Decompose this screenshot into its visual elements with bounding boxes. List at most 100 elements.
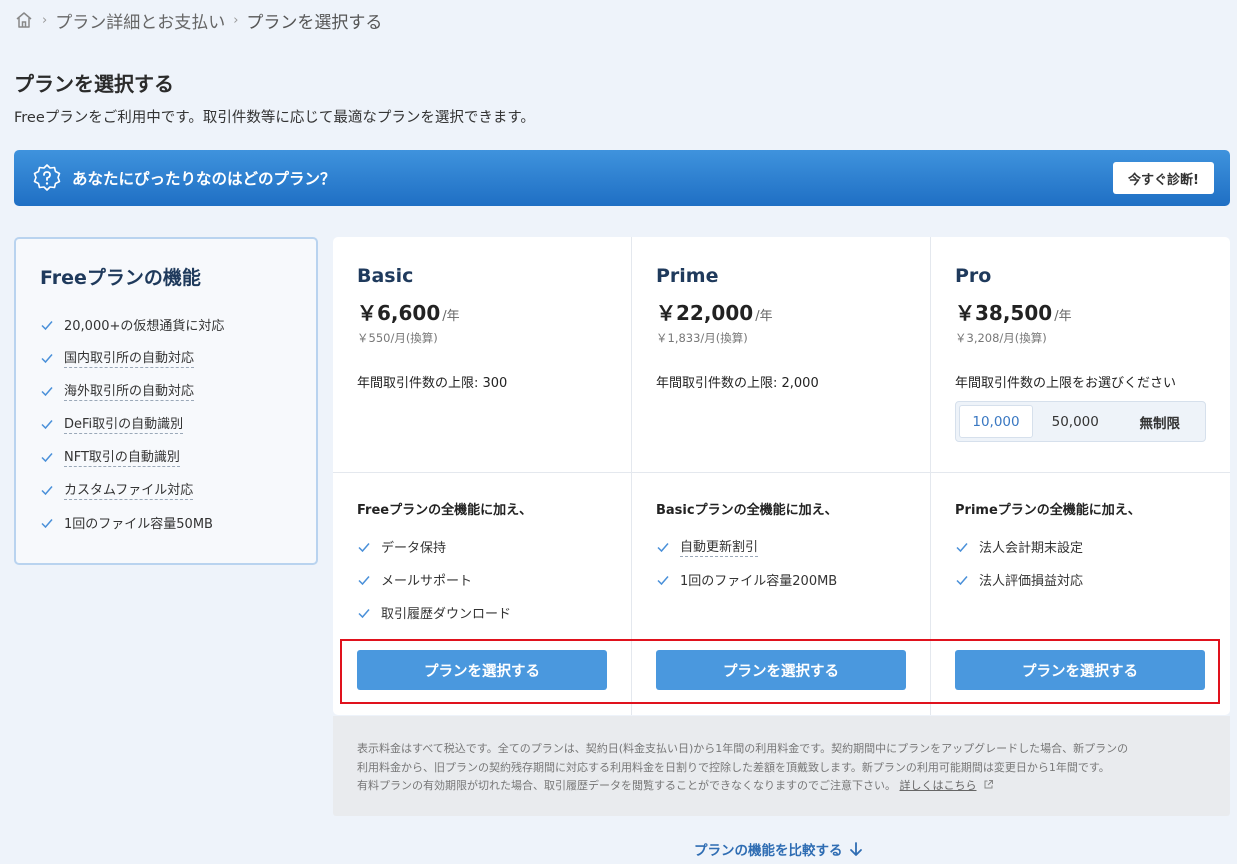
- free-plan-title: Freeプランの機能: [40, 267, 201, 289]
- select-plan-prime-button[interactable]: プランを選択する: [656, 650, 906, 690]
- feature-label[interactable]: 自動更新割引: [680, 536, 759, 557]
- monthly-price: ￥3,208/月(換算): [955, 331, 1047, 345]
- arrow-down-icon: [849, 842, 862, 856]
- feature-list: 法人会計期末設定 法人評価損益対応: [955, 530, 1206, 596]
- check-icon: [657, 575, 669, 585]
- feature-label: 取引履歴ダウンロード: [381, 607, 512, 622]
- free-plan-panel: Freeプランの機能 20,000+の仮想通貨に対応 国内取引所の自動対応 海外…: [14, 237, 318, 565]
- free-plan-feature-list: 20,000+の仮想通貨に対応 国内取引所の自動対応 海外取引所の自動対応 De…: [40, 308, 292, 539]
- check-icon: [41, 386, 53, 396]
- check-icon: [41, 320, 53, 330]
- pricing-note: 表示料金はすべて税込です。全てのプランは、契約日(料金支払い日)から1年間の利用…: [333, 716, 1230, 816]
- list-item: カスタムファイル対応: [40, 473, 292, 506]
- transaction-limit-prompt: 年間取引件数の上限をお選びください: [955, 376, 1177, 391]
- tier-option-10000[interactable]: 10,000: [959, 405, 1033, 438]
- check-icon: [41, 485, 53, 495]
- plan-cards: Basic ￥6,600 /年 ￥550/月(換算) 年間取引件数の上限: 30…: [333, 237, 1230, 715]
- breadcrumb-separator: ›: [42, 12, 48, 28]
- list-item: 自動更新割引: [656, 530, 906, 563]
- feature-label: 法人評価損益対応: [979, 574, 1084, 589]
- breadcrumb: › プラン詳細とお支払い › プランを選択する: [14, 8, 383, 33]
- features-heading: Freeプランの全機能に加え、: [357, 503, 533, 518]
- plan-price: ￥38,500 /年: [955, 297, 1206, 326]
- feature-label[interactable]: 国内取引所の自動対応: [64, 347, 195, 368]
- select-plan-basic-button[interactable]: プランを選択する: [357, 650, 607, 690]
- list-item: 海外取引所の自動対応: [40, 374, 292, 407]
- plan-header: Prime ￥22,000 /年 ￥1,833/月(換算) 年間取引件数の上限:…: [632, 237, 930, 473]
- note-line: 利用料金から、旧プランの契約残存期間に対応する利用料金を日割りで控除した差額を頂…: [357, 760, 1110, 774]
- features-heading: Primeプランの全機能に加え、: [955, 503, 1141, 518]
- list-item: メールサポート: [357, 563, 607, 596]
- price-amount: ￥22,000: [656, 301, 754, 325]
- list-item: 1回のファイル容量50MB: [40, 506, 292, 539]
- plan-features: Basicプランの全機能に加え、 自動更新割引 1回のファイル容量200MB: [632, 473, 930, 596]
- features-heading: Basicプランの全機能に加え、: [656, 503, 838, 518]
- price-amount: ￥38,500: [955, 301, 1053, 325]
- plan-price: ￥6,600 /年: [357, 297, 607, 326]
- feature-label: 20,000+の仮想通貨に対応: [64, 319, 225, 334]
- diagnose-now-button[interactable]: 今すぐ診断!: [1113, 162, 1214, 194]
- plan-name: Pro: [955, 265, 992, 287]
- list-item: データ保持: [357, 530, 607, 563]
- feature-label: データ保持: [381, 541, 447, 556]
- note-line: 表示料金はすべて税込です。全てのプランは、契約日(料金支払い日)から1年間の利用…: [357, 742, 1129, 755]
- check-icon: [41, 419, 53, 429]
- list-item: DeFi取引の自動識別: [40, 407, 292, 440]
- question-badge-icon: [33, 164, 61, 191]
- breadcrumb-separator: ›: [233, 12, 239, 28]
- plan-name: Basic: [357, 265, 414, 287]
- feature-label: 法人会計期末設定: [979, 541, 1084, 556]
- feature-list: データ保持 メールサポート 取引履歴ダウンロード: [357, 530, 607, 629]
- feature-label: メールサポート: [381, 574, 473, 589]
- plan-features: Primeプランの全機能に加え、 法人会計期末設定 法人評価損益対応: [931, 473, 1230, 596]
- feature-label[interactable]: カスタムファイル対応: [64, 479, 194, 500]
- breadcrumb-item-current: プランを選択する: [246, 12, 383, 33]
- list-item: 1回のファイル容量200MB: [656, 563, 906, 596]
- plan-card-prime: Prime ￥22,000 /年 ￥1,833/月(換算) 年間取引件数の上限:…: [632, 237, 931, 715]
- tier-option-unlimited[interactable]: 無制限: [1118, 405, 1203, 438]
- check-icon: [41, 452, 53, 462]
- feature-label: 1回のファイル容量200MB: [680, 574, 838, 589]
- plan-header: Pro ￥38,500 /年 ￥3,208/月(換算) 年間取引件数の上限をお選…: [931, 237, 1230, 473]
- monthly-price: ￥1,833/月(換算): [656, 331, 748, 345]
- list-item: 法人評価損益対応: [955, 563, 1206, 596]
- transaction-limit: 年間取引件数の上限: 2,000: [656, 376, 819, 391]
- list-item: 取引履歴ダウンロード: [357, 596, 607, 629]
- plan-header: Basic ￥6,600 /年 ￥550/月(換算) 年間取引件数の上限: 30…: [333, 237, 631, 473]
- home-icon[interactable]: [14, 10, 34, 30]
- breadcrumb-item-plan-details[interactable]: プラン詳細とお支払い: [55, 8, 225, 33]
- diagnosis-banner: あなたにぴったりなのはどのプラン？ 今すぐ診断!: [14, 150, 1230, 206]
- page-title: プランを選択する: [14, 72, 174, 96]
- page-description: Freeプランをご利用中です。取引件数等に応じて最適なプランを選択できます。: [14, 110, 535, 126]
- check-icon: [358, 575, 370, 585]
- check-icon: [956, 542, 968, 552]
- select-plan-pro-button[interactable]: プランを選択する: [955, 650, 1205, 690]
- price-amount: ￥6,600: [357, 301, 441, 325]
- note-text: 有料プランの有効期限が切れた場合、取引履歴データを閲覧することができなくなります…: [357, 779, 896, 792]
- price-unit: /年: [755, 309, 773, 324]
- check-icon: [41, 353, 53, 363]
- feature-label[interactable]: 海外取引所の自動対応: [64, 380, 195, 401]
- list-item: 20,000+の仮想通貨に対応: [40, 308, 292, 341]
- plan-card-pro: Pro ￥38,500 /年 ￥3,208/月(換算) 年間取引件数の上限をお選…: [931, 237, 1230, 715]
- price-unit: /年: [442, 309, 460, 324]
- compare-features-link[interactable]: プランの機能を比較する: [694, 839, 863, 859]
- feature-label: 1回のファイル容量50MB: [64, 517, 213, 532]
- feature-label[interactable]: NFT取引の自動識別: [64, 446, 180, 467]
- tier-option-50000[interactable]: 50,000: [1033, 405, 1118, 438]
- compare-link-label: プランの機能を比較する: [694, 843, 843, 859]
- monthly-price: ￥550/月(換算): [357, 331, 438, 345]
- feature-label[interactable]: DeFi取引の自動識別: [64, 413, 184, 434]
- list-item: 国内取引所の自動対応: [40, 341, 292, 374]
- details-link[interactable]: 詳しくはこちら: [900, 779, 977, 792]
- plan-name: Prime: [656, 265, 719, 287]
- check-icon: [956, 575, 968, 585]
- check-icon: [657, 542, 669, 552]
- tier-selector: 10,000 50,000 無制限: [955, 401, 1206, 442]
- check-icon: [41, 518, 53, 528]
- banner-text: あなたにぴったりなのはどのプラン？: [72, 170, 336, 188]
- list-item: NFT取引の自動識別: [40, 440, 292, 473]
- transaction-limit: 年間取引件数の上限: 300: [357, 376, 508, 391]
- note-line: 有料プランの有効期限が切れた場合、取引履歴データを閲覧することができなくなります…: [357, 777, 1206, 796]
- check-icon: [358, 542, 370, 552]
